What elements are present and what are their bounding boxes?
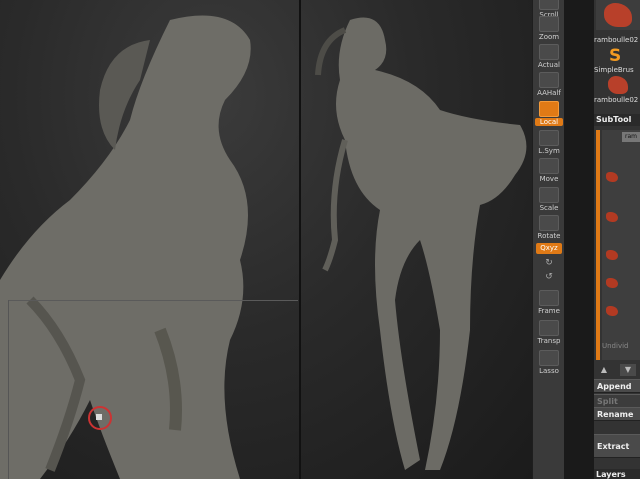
zoom-button[interactable]: Zoom [535,14,563,44]
frame-border-top [8,300,298,301]
arrow-up-icon[interactable]: ▲ [596,364,612,376]
scale-icon [539,187,559,203]
lasso-button[interactable]: Lasso [535,348,563,378]
rename-button[interactable]: Rename [594,407,640,421]
layers-header[interactable]: Layers [594,469,640,479]
rotate-button[interactable]: Rotate [535,213,563,243]
scale-label: Scale [539,204,559,212]
lsym-label: L.Sym [538,147,560,155]
move-icon [539,158,559,174]
transp-label: Transp [537,337,561,345]
local-icon [539,101,559,117]
viewport-divider [299,0,301,479]
rotate-y-icon[interactable]: ↻ [543,258,555,268]
transp-icon [539,320,559,336]
actual-icon [539,44,559,60]
tool-thumbnail-label: ramboulle02 [594,36,639,44]
aahalf-button[interactable]: AAHalf [535,70,563,100]
lasso-icon [539,350,559,366]
lsym-button[interactable]: L.Sym [535,128,563,158]
transp-button[interactable]: Transp [535,318,563,348]
right-shelf: Scroll Zoom Actual AAHalf Local L.Sym Mo… [532,0,566,479]
tool-thumbnail[interactable] [596,0,640,30]
xyz-button[interactable]: Qxyz [536,243,562,254]
panel-gap [564,0,594,479]
frame-border-left [8,300,9,479]
append-button[interactable]: Append [594,379,640,393]
model-thumbnail-icon [604,3,632,27]
rotate-z-icon[interactable]: ↺ [543,272,555,282]
model-thumbnail-2-icon [608,76,628,94]
subtool-scrollbar[interactable] [596,130,600,360]
tool-thumbnail-2-label: ramboulle02 [594,96,639,104]
rotate-icon [539,215,559,231]
zoom-label: Zoom [538,33,560,41]
frame-button[interactable]: Frame [535,288,563,318]
tool-thumbnail-2[interactable] [596,76,640,96]
aahalf-icon [539,72,559,88]
arrow-down-icon[interactable]: ▼ [620,364,636,376]
lasso-label: Lasso [539,367,559,375]
brush-cursor-icon [88,406,112,430]
subtool-item[interactable] [606,250,618,260]
scroll-icon [539,0,559,10]
move-label: Move [539,175,559,183]
undivided-label: Undivid [602,342,629,350]
subtool-item[interactable] [606,306,618,316]
subtool-list[interactable] [602,130,640,360]
brush-label: SimpleBrus [594,66,634,74]
subtool-item[interactable] [606,172,618,182]
subtool-header[interactable]: SubTool [594,114,640,126]
tool-panel: ramboulle02 S SimpleBrus ramboulle02 Sub… [594,0,640,479]
frame-label: Frame [538,307,560,315]
local-label: Local [535,118,563,126]
rotate-label: Rotate [537,232,561,240]
lsym-icon [539,130,559,146]
subtool-item[interactable] [606,212,618,222]
move-button[interactable]: Move [535,156,563,186]
actual-label: Actual [538,61,560,69]
aahalf-label: AAHalf [537,89,561,97]
split-button[interactable]: Split [594,394,640,408]
extract-button[interactable]: Extract [594,434,640,458]
subtool-selected-item[interactable]: ram [622,132,640,142]
sculpt-model [0,15,527,479]
subtool-arrows: ▲ ▼ [594,364,640,378]
subtool-item[interactable] [606,278,618,288]
zoom-icon [539,16,559,32]
frame-icon [539,290,559,306]
local-button[interactable]: Local [535,99,563,129]
scale-button[interactable]: Scale [535,185,563,215]
actual-button[interactable]: Actual [535,42,563,72]
simple-brush-icon[interactable]: S [609,46,621,66]
viewport-canvas[interactable] [0,0,532,479]
